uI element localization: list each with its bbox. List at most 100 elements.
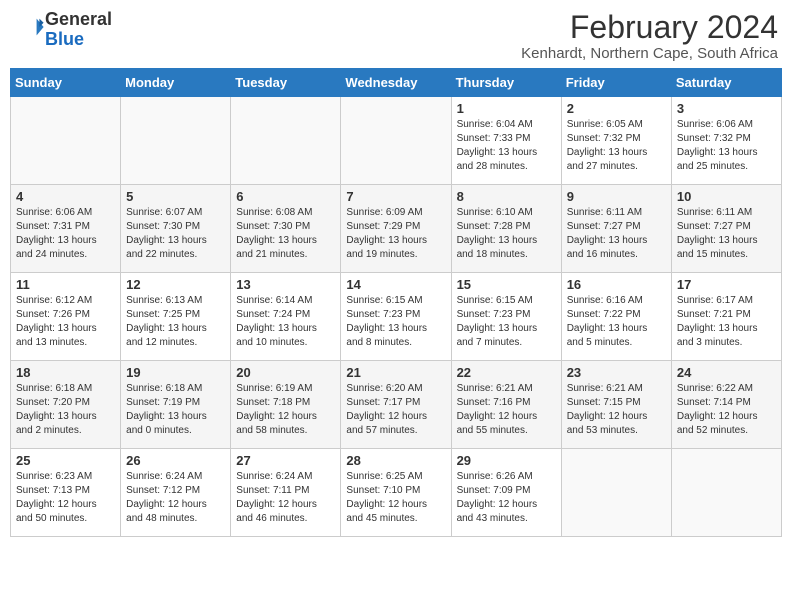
day-number: 19 xyxy=(126,365,225,380)
day-number: 27 xyxy=(236,453,335,468)
day-number: 29 xyxy=(457,453,556,468)
day-info: Sunrise: 6:24 AM Sunset: 7:11 PM Dayligh… xyxy=(236,470,335,526)
calendar-cell: 9 Sunrise: 6:11 AM Sunset: 7:27 PM Daylig… xyxy=(561,185,671,273)
calendar-cell: 20 Sunrise: 6:19 AM Sunset: 7:18 PM Dayli… xyxy=(231,361,341,449)
day-number: 16 xyxy=(567,277,666,292)
calendar-cell xyxy=(671,449,781,537)
day-number: 22 xyxy=(457,365,556,380)
calendar-cell: 12 Sunrise: 6:13 AM Sunset: 7:25 PM Dayli… xyxy=(121,273,231,361)
day-number: 24 xyxy=(677,365,776,380)
day-number: 3 xyxy=(677,101,776,116)
day-number: 6 xyxy=(236,189,335,204)
day-number: 28 xyxy=(346,453,445,468)
day-number: 4 xyxy=(16,189,115,204)
calendar-cell: 28 Sunrise: 6:25 AM Sunset: 7:10 PM Dayli… xyxy=(341,449,451,537)
day-number: 14 xyxy=(346,277,445,292)
calendar-cell xyxy=(341,97,451,185)
calendar-cell: 29 Sunrise: 6:26 AM Sunset: 7:09 PM Dayli… xyxy=(451,449,561,537)
calendar-header-row: SundayMondayTuesdayWednesdayThursdayFrid… xyxy=(11,69,782,97)
calendar-week-row: 25Sunrise: 6:23 AM Sunset: 7:13 PM Dayli… xyxy=(11,449,782,537)
day-info: Sunrise: 6:11 AM Sunset: 7:27 PM Dayligh… xyxy=(677,206,776,262)
day-info: Sunrise: 6:06 AM Sunset: 7:32 PM Dayligh… xyxy=(677,118,776,174)
logo-blue: Blue xyxy=(45,29,84,49)
calendar-cell: 10 Sunrise: 6:11 AM Sunset: 7:27 PM Dayli… xyxy=(671,185,781,273)
calendar-cell: 19Sunrise: 6:18 AM Sunset: 7:19 PM Dayli… xyxy=(121,361,231,449)
day-info: Sunrise: 6:20 AM Sunset: 7:17 PM Dayligh… xyxy=(346,382,445,438)
day-number: 2 xyxy=(567,101,666,116)
day-number: 13 xyxy=(236,277,335,292)
calendar-cell: 25Sunrise: 6:23 AM Sunset: 7:13 PM Dayli… xyxy=(11,449,121,537)
day-of-week-header: Monday xyxy=(121,69,231,97)
calendar-cell xyxy=(11,97,121,185)
day-of-week-header: Friday xyxy=(561,69,671,97)
day-number: 26 xyxy=(126,453,225,468)
day-info: Sunrise: 6:10 AM Sunset: 7:28 PM Dayligh… xyxy=(457,206,556,262)
day-info: Sunrise: 6:21 AM Sunset: 7:16 PM Dayligh… xyxy=(457,382,556,438)
location: Kenhardt, Northern Cape, South Africa xyxy=(521,45,778,62)
day-number: 18 xyxy=(16,365,115,380)
day-number: 11 xyxy=(16,277,115,292)
calendar-cell: 5 Sunrise: 6:07 AM Sunset: 7:30 PM Daylig… xyxy=(121,185,231,273)
day-info: Sunrise: 6:24 AM Sunset: 7:12 PM Dayligh… xyxy=(126,470,225,526)
day-number: 10 xyxy=(677,189,776,204)
day-info: Sunrise: 6:26 AM Sunset: 7:09 PM Dayligh… xyxy=(457,470,556,526)
calendar-body: 1 Sunrise: 6:04 AM Sunset: 7:33 PM Daylig… xyxy=(11,97,782,537)
day-info: Sunrise: 6:19 AM Sunset: 7:18 PM Dayligh… xyxy=(236,382,335,438)
day-info: Sunrise: 6:05 AM Sunset: 7:32 PM Dayligh… xyxy=(567,118,666,174)
month-year: February 2024 xyxy=(521,10,778,45)
day-of-week-header: Tuesday xyxy=(231,69,341,97)
day-number: 15 xyxy=(457,277,556,292)
day-info: Sunrise: 6:09 AM Sunset: 7:29 PM Dayligh… xyxy=(346,206,445,262)
calendar-cell: 18 Sunrise: 6:18 AM Sunset: 7:20 PM Dayli… xyxy=(11,361,121,449)
day-number: 1 xyxy=(457,101,556,116)
calendar-cell: 27 Sunrise: 6:24 AM Sunset: 7:11 PM Dayli… xyxy=(231,449,341,537)
day-of-week-header: Sunday xyxy=(11,69,121,97)
calendar-cell: 26 Sunrise: 6:24 AM Sunset: 7:12 PM Dayli… xyxy=(121,449,231,537)
day-number: 25 xyxy=(16,453,115,468)
day-number: 5 xyxy=(126,189,225,204)
day-info: Sunrise: 6:21 AM Sunset: 7:15 PM Dayligh… xyxy=(567,382,666,438)
calendar-cell: 13 Sunrise: 6:14 AM Sunset: 7:24 PM Dayli… xyxy=(231,273,341,361)
day-info: Sunrise: 6:08 AM Sunset: 7:30 PM Dayligh… xyxy=(236,206,335,262)
calendar-table: SundayMondayTuesdayWednesdayThursdayFrid… xyxy=(10,68,782,537)
day-number: 21 xyxy=(346,365,445,380)
calendar-cell xyxy=(121,97,231,185)
calendar-cell: 21 Sunrise: 6:20 AM Sunset: 7:17 PM Dayli… xyxy=(341,361,451,449)
calendar-cell: 14 Sunrise: 6:15 AM Sunset: 7:23 PM Dayli… xyxy=(341,273,451,361)
page-header: General Blue February 2024 Kenhardt, Nor… xyxy=(10,10,782,62)
day-info: Sunrise: 6:06 AM Sunset: 7:31 PM Dayligh… xyxy=(16,206,115,262)
day-info: Sunrise: 6:25 AM Sunset: 7:10 PM Dayligh… xyxy=(346,470,445,526)
day-info: Sunrise: 6:18 AM Sunset: 7:20 PM Dayligh… xyxy=(16,382,115,438)
calendar-cell: 4 Sunrise: 6:06 AM Sunset: 7:31 PM Daylig… xyxy=(11,185,121,273)
day-info: Sunrise: 6:13 AM Sunset: 7:25 PM Dayligh… xyxy=(126,294,225,350)
day-number: 12 xyxy=(126,277,225,292)
day-number: 9 xyxy=(567,189,666,204)
logo: General Blue xyxy=(14,10,112,50)
day-info: Sunrise: 6:07 AM Sunset: 7:30 PM Dayligh… xyxy=(126,206,225,262)
calendar-cell: 17 Sunrise: 6:17 AM Sunset: 7:21 PM Dayli… xyxy=(671,273,781,361)
day-info: Sunrise: 6:15 AM Sunset: 7:23 PM Dayligh… xyxy=(346,294,445,350)
logo-general: General xyxy=(45,9,112,29)
calendar-cell xyxy=(561,449,671,537)
calendar-week-row: 4 Sunrise: 6:06 AM Sunset: 7:31 PM Daylig… xyxy=(11,185,782,273)
day-number: 17 xyxy=(677,277,776,292)
logo-text: General Blue xyxy=(45,10,112,50)
day-info: Sunrise: 6:15 AM Sunset: 7:23 PM Dayligh… xyxy=(457,294,556,350)
calendar-cell: 3 Sunrise: 6:06 AM Sunset: 7:32 PM Daylig… xyxy=(671,97,781,185)
day-info: Sunrise: 6:14 AM Sunset: 7:24 PM Dayligh… xyxy=(236,294,335,350)
calendar-week-row: 11 Sunrise: 6:12 AM Sunset: 7:26 PM Dayli… xyxy=(11,273,782,361)
calendar-week-row: 18 Sunrise: 6:18 AM Sunset: 7:20 PM Dayli… xyxy=(11,361,782,449)
day-number: 20 xyxy=(236,365,335,380)
calendar-cell: 1 Sunrise: 6:04 AM Sunset: 7:33 PM Daylig… xyxy=(451,97,561,185)
calendar-cell xyxy=(231,97,341,185)
day-of-week-header: Saturday xyxy=(671,69,781,97)
day-of-week-header: Wednesday xyxy=(341,69,451,97)
day-info: Sunrise: 6:17 AM Sunset: 7:21 PM Dayligh… xyxy=(677,294,776,350)
day-info: Sunrise: 6:04 AM Sunset: 7:33 PM Dayligh… xyxy=(457,118,556,174)
day-info: Sunrise: 6:11 AM Sunset: 7:27 PM Dayligh… xyxy=(567,206,666,262)
calendar-cell: 11 Sunrise: 6:12 AM Sunset: 7:26 PM Dayli… xyxy=(11,273,121,361)
day-info: Sunrise: 6:12 AM Sunset: 7:26 PM Dayligh… xyxy=(16,294,115,350)
day-number: 23 xyxy=(567,365,666,380)
title-block: February 2024 Kenhardt, Northern Cape, S… xyxy=(521,10,778,62)
calendar-cell: 2 Sunrise: 6:05 AM Sunset: 7:32 PM Daylig… xyxy=(561,97,671,185)
